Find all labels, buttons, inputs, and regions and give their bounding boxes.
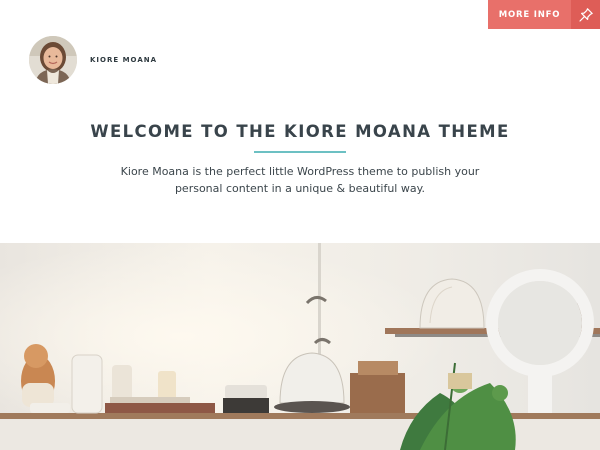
pin-icon bbox=[578, 7, 594, 23]
more-info-label: MORE INFO bbox=[498, 9, 561, 20]
welcome-title: WELCOME TO THE KIORE MOANA THEME bbox=[90, 122, 510, 141]
site-title[interactable]: KIORE MOANA bbox=[90, 56, 157, 64]
avatar[interactable] bbox=[29, 36, 77, 84]
welcome-text: Kiore Moana is the perfect little WordPr… bbox=[120, 165, 480, 195]
hero-image bbox=[0, 243, 600, 450]
pin-button[interactable] bbox=[571, 0, 600, 29]
more-info-button[interactable]: MORE INFO bbox=[488, 0, 571, 29]
title-divider bbox=[254, 151, 346, 153]
